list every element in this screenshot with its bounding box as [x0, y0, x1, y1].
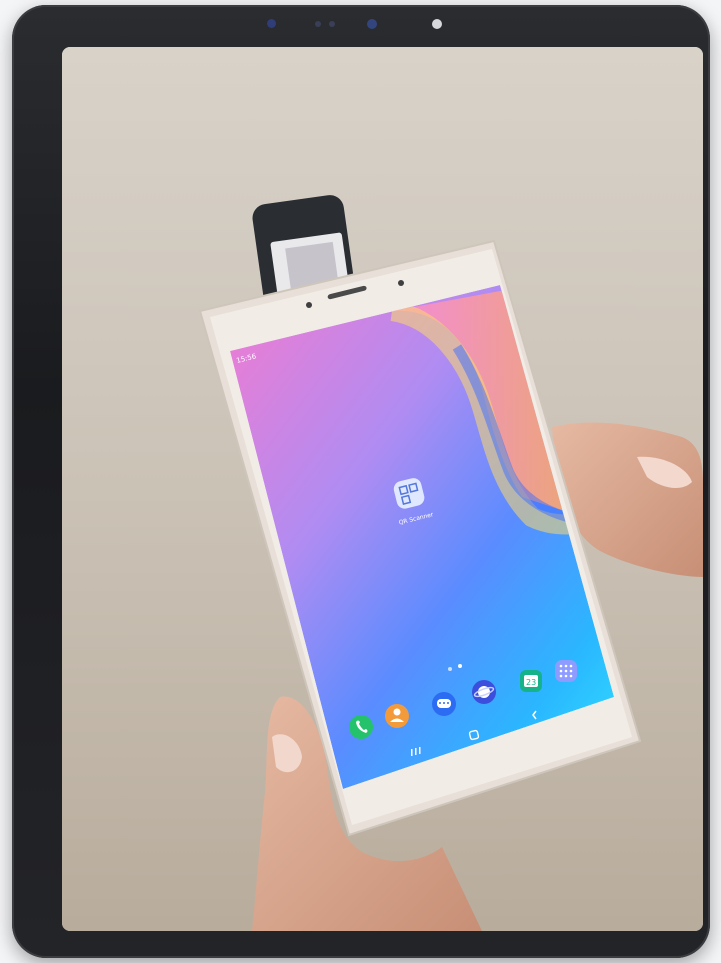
device-frame: 15:56 QR Scanner 23: [12, 5, 710, 958]
apps-drawer-icon[interactable]: [555, 660, 577, 682]
contacts-app-icon[interactable]: [385, 704, 409, 728]
light-sensor-icon: [432, 19, 442, 29]
page-dot-icon: [458, 664, 462, 668]
calendar-app-icon[interactable]: 23: [520, 670, 542, 692]
internet-app-icon[interactable]: [472, 680, 496, 704]
proximity-sensor-icon: [315, 21, 321, 27]
photo-scene: 15:56 QR Scanner 23: [62, 47, 703, 931]
page-dot-icon: [448, 667, 452, 671]
proximity-sensor-icon: [329, 21, 335, 27]
photo-screen: 15:56 QR Scanner 23: [62, 47, 703, 931]
phone-app-icon[interactable]: [349, 715, 373, 739]
calendar-day: 23: [526, 678, 536, 687]
messages-app-icon[interactable]: [432, 692, 456, 716]
camera-sensor-icon: [267, 19, 276, 28]
camera-lens-icon: [367, 19, 377, 29]
